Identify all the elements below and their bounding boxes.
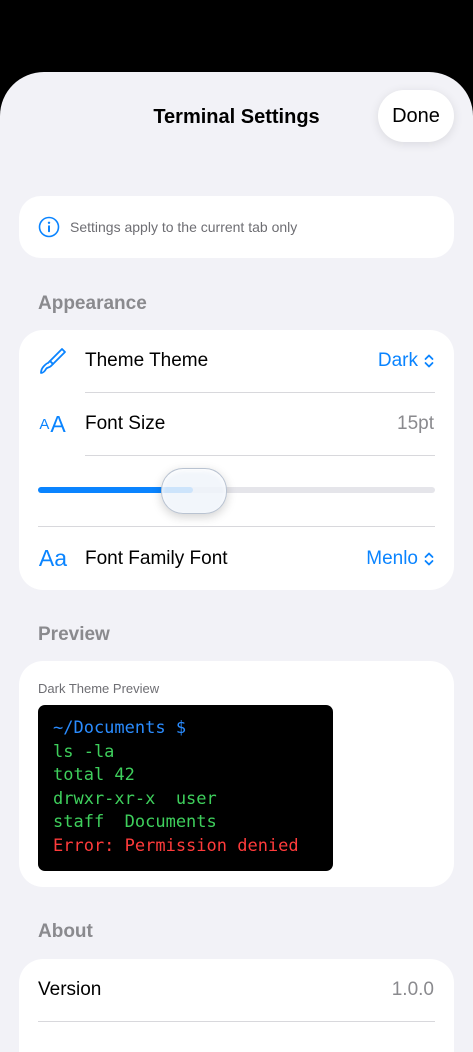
font-family-value: Menlo bbox=[366, 547, 418, 569]
about-card: Version 1.0.0 bbox=[19, 959, 454, 1052]
terminal-line: Error: Permission denied bbox=[53, 835, 299, 856]
terminal-line: staff Documents bbox=[53, 812, 217, 832]
slider-thumb[interactable] bbox=[160, 468, 227, 514]
font-size-label: Font Size bbox=[85, 413, 166, 434]
theme-value: Dark bbox=[377, 350, 418, 371]
font-size-row: AA Font Size 15pt bbox=[19, 393, 454, 455]
terminal-line: drwxr-xr-x user bbox=[53, 788, 217, 809]
preview-card: Dark Theme Preview ~/Documents $ ls -la … bbox=[19, 661, 454, 887]
slider-track[interactable] bbox=[38, 487, 435, 493]
preview-caption: Dark Theme Preview bbox=[38, 681, 160, 696]
section-header-preview: Preview bbox=[38, 624, 110, 645]
theme-picker[interactable]: Dark bbox=[378, 350, 434, 372]
theme-label: Theme Theme bbox=[85, 350, 209, 371]
font-family-row[interactable]: Aa Font Family Font Menlo bbox=[19, 527, 454, 590]
section-header-appearance: Appearance bbox=[38, 293, 147, 314]
chevron-up-down-icon bbox=[424, 354, 434, 368]
font-family-label: Font Family Font bbox=[85, 547, 228, 569]
info-text: Settings apply to the current tab only bbox=[70, 219, 298, 235]
text-font-icon: Aa bbox=[38, 545, 68, 571]
info-circle-icon bbox=[38, 216, 60, 238]
terminal-preview: ~/Documents $ ls -la total 42 drwxr-xr-x… bbox=[38, 705, 333, 871]
terminal-line: total 42 bbox=[53, 765, 135, 785]
version-value: 1.0.0 bbox=[391, 979, 434, 1000]
paintbrush-icon bbox=[37, 346, 69, 376]
settings-sheet: Terminal Settings Done Settings apply to… bbox=[0, 72, 473, 1052]
info-banner: Settings apply to the current tab only bbox=[19, 196, 454, 258]
section-header-about: About bbox=[38, 921, 93, 942]
done-button[interactable]: Done bbox=[378, 90, 454, 142]
font-family-picker[interactable]: Menlo bbox=[366, 548, 434, 570]
font-size-value: 15pt bbox=[397, 413, 434, 434]
divider bbox=[85, 455, 435, 456]
theme-row[interactable]: Theme Theme Dark bbox=[19, 330, 454, 392]
version-row: Version 1.0.0 bbox=[19, 959, 454, 1021]
terminal-line: ~/Documents $ bbox=[53, 718, 187, 738]
terminal-line: ls -la bbox=[53, 741, 115, 762]
appearance-card: Theme Theme Dark AA Font Size 15pt Aa Fo… bbox=[19, 330, 454, 590]
chevron-up-down-icon bbox=[424, 552, 434, 565]
divider bbox=[38, 1021, 435, 1022]
text-size-icon: AA bbox=[39, 410, 67, 437]
version-label: Version bbox=[38, 979, 102, 1000]
font-size-slider[interactable] bbox=[19, 460, 454, 520]
